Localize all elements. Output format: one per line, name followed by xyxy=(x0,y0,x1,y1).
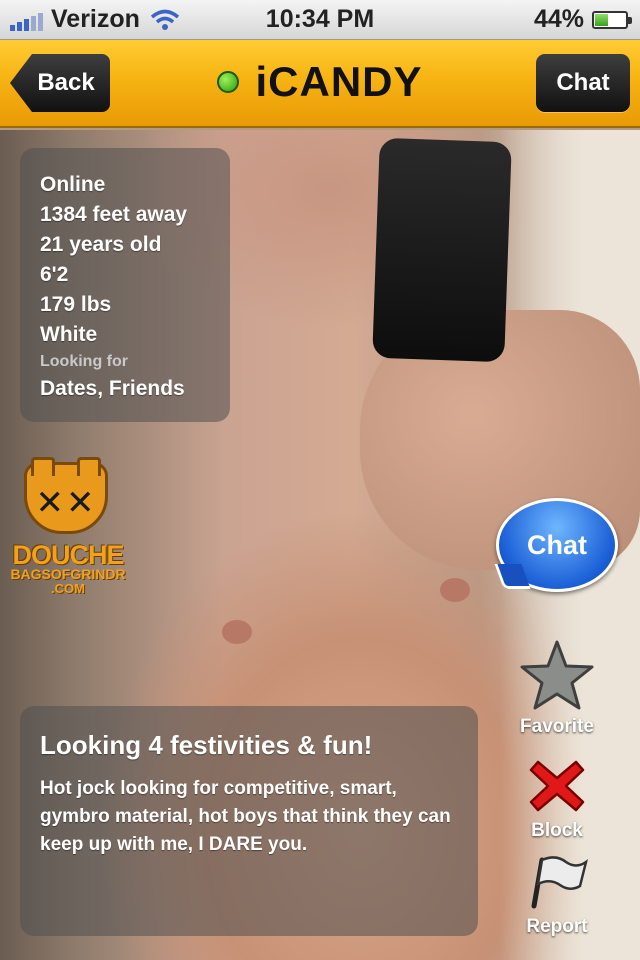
favorite-label: Favorite xyxy=(520,716,594,737)
report-label: Report xyxy=(526,916,588,937)
looking-for-label: Looking for xyxy=(40,353,128,370)
status-bar: Verizon 10:34 PM 44% xyxy=(0,0,640,40)
x-icon xyxy=(529,760,585,812)
online-status: Online xyxy=(40,173,106,196)
block-button[interactable]: Block xyxy=(502,758,612,842)
logo-domain-text: .COM xyxy=(51,581,85,596)
report-button[interactable]: Report xyxy=(502,854,612,938)
bio-panel: Looking 4 festivities & fun! Hot jock lo… xyxy=(20,706,478,936)
chat-bubble-label: Chat xyxy=(527,529,587,560)
weight: 179 lbs xyxy=(40,293,112,316)
flag-icon xyxy=(531,856,589,909)
logo-face-icon: ✕✕ xyxy=(24,457,108,534)
logo-sub-text: BAGSOFGRINDR xyxy=(10,566,126,582)
height: 6'2 xyxy=(40,263,69,286)
chat-button[interactable]: Chat xyxy=(536,54,630,112)
battery-percent: 44% xyxy=(533,5,584,33)
ethnicity: White xyxy=(40,323,98,346)
chat-bubble-button[interactable]: Chat xyxy=(496,498,618,592)
battery-status: 44% xyxy=(533,5,632,34)
bio-text: Hot jock looking for competitive, smart,… xyxy=(40,778,451,855)
profile-name: iCANDY xyxy=(255,58,423,105)
phone-in-photo xyxy=(372,137,512,363)
age: 21 years old xyxy=(40,233,162,256)
nav-bar: Back iCANDY Chat xyxy=(0,40,640,128)
looking-for-value: Dates, Friends xyxy=(40,377,185,400)
battery-icon xyxy=(592,10,632,29)
distance: 1384 feet away xyxy=(40,203,188,226)
block-label: Block xyxy=(531,820,583,841)
profile-info-panel: Online 1384 feet away 21 years old 6'2 1… xyxy=(20,148,230,422)
star-icon xyxy=(520,640,594,710)
bio-headline: Looking 4 festivities & fun! xyxy=(40,730,373,760)
online-dot-icon xyxy=(217,71,240,93)
watermark-logo: ✕✕ DOUCHE BAGSOFGRINDR .COM xyxy=(4,457,132,600)
favorite-button[interactable]: Favorite xyxy=(502,640,612,738)
